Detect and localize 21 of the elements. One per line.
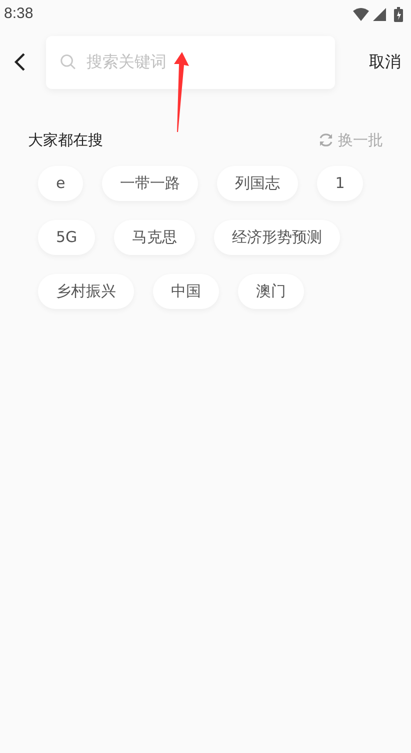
status-time: 8:38	[4, 4, 34, 24]
search-tag[interactable]: e	[38, 166, 84, 200]
search-tag[interactable]: 澳门	[238, 274, 304, 308]
search-tag[interactable]: 1	[317, 166, 363, 200]
search-tag[interactable]: 一带一路	[102, 166, 198, 200]
signal-icon	[373, 8, 386, 20]
search-tag[interactable]: 5G	[38, 220, 96, 254]
back-icon[interactable]	[14, 52, 26, 72]
search-field[interactable]: 搜索关键词	[46, 36, 335, 88]
battery-icon	[394, 6, 403, 22]
search-tag[interactable]: 列国志	[217, 166, 298, 200]
cancel-button[interactable]: 取消	[369, 50, 401, 74]
search-tag[interactable]: 乡村振兴	[38, 274, 134, 308]
wifi-icon	[353, 8, 369, 20]
section-title: 大家都在搜	[28, 130, 103, 151]
search-icon	[60, 53, 76, 71]
search-tag[interactable]: 中国	[153, 274, 219, 308]
search-tag[interactable]: 马克思	[114, 220, 196, 254]
refresh-icon	[318, 132, 334, 148]
search-tag[interactable]: 经济形势预测	[214, 220, 340, 254]
search-input[interactable]: 搜索关键词	[84, 49, 321, 75]
